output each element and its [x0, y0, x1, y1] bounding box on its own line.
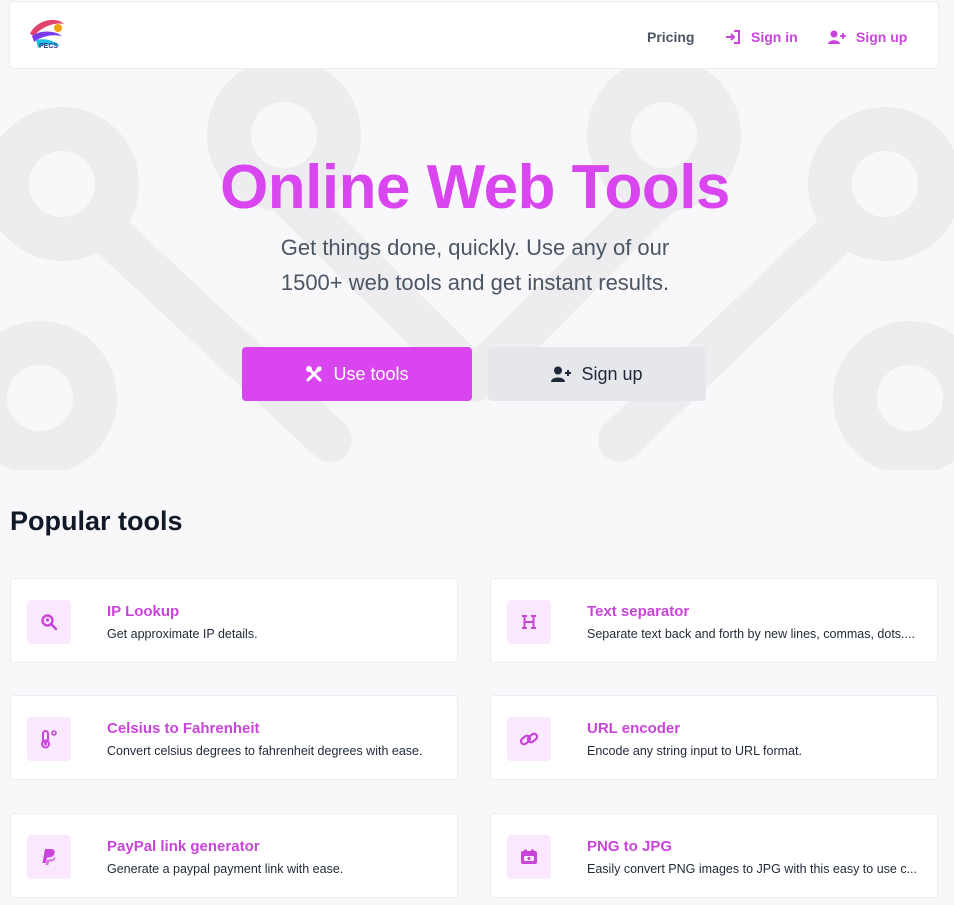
- use-tools-label: Use tools: [333, 363, 409, 384]
- tool-name: URL encoder: [587, 720, 681, 737]
- user-plus-icon: [828, 30, 846, 44]
- tools-icon: [306, 366, 322, 382]
- tool-name: Text separator: [587, 603, 690, 620]
- thermometer-icon: [27, 717, 71, 761]
- tool-description: Easily convert PNG images to JPG with th…: [587, 862, 917, 876]
- tool-description: Convert celsius degrees to fahrenheit de…: [107, 744, 423, 758]
- search-location-icon: [27, 600, 71, 644]
- sign-in-icon: [726, 30, 740, 44]
- link-icon: [507, 717, 551, 761]
- hero-subtitle: Get things done, quickly. Use any of our…: [0, 230, 950, 300]
- tool-card-paypal-link-generator[interactable]: PayPal link generator Generate a paypal …: [10, 813, 458, 898]
- tool-name: Celsius to Fahrenheit: [107, 720, 260, 737]
- popular-tools-heading: Popular tools: [10, 506, 183, 536]
- image-icon: [507, 835, 551, 879]
- tool-description: Get approximate IP details.: [107, 627, 258, 641]
- tool-card-url-encoder[interactable]: URL encoder Encode any string input to U…: [490, 695, 938, 780]
- nav-sign-in-label: Sign in: [751, 29, 798, 45]
- tool-description: Generate a paypal payment link with ease…: [107, 862, 344, 876]
- top-navbar: PECS Pricing Sign in Sign up: [9, 1, 939, 69]
- svg-text:PECS: PECS: [39, 43, 58, 50]
- tool-description: Separate text back and forth by new line…: [587, 627, 915, 641]
- use-tools-button[interactable]: Use tools: [242, 347, 472, 401]
- tool-card-text-separator[interactable]: Text separator Separate text back and fo…: [490, 578, 938, 663]
- hero-sign-up-button[interactable]: Sign up: [488, 347, 706, 401]
- heading-icon: [507, 600, 551, 644]
- nav-pricing-link[interactable]: Pricing: [647, 26, 694, 48]
- hero-subtitle-line-1: Get things done, quickly. Use any of our: [280, 235, 670, 260]
- tool-name: PayPal link generator: [107, 838, 260, 855]
- hero-sign-up-label: Sign up: [581, 363, 643, 384]
- paypal-icon: [27, 835, 71, 879]
- tool-name: PNG to JPG: [587, 838, 673, 855]
- tool-card-png-to-jpg[interactable]: PNG to JPG Easily convert PNG images to …: [490, 813, 938, 898]
- nav-sign-up-label: Sign up: [856, 29, 908, 45]
- nav-sign-up-link[interactable]: Sign up: [828, 26, 907, 48]
- tool-card-celsius-to-fahrenheit[interactable]: Celsius to Fahrenheit Convert celsius de…: [10, 695, 458, 780]
- logo[interactable]: PECS: [26, 14, 68, 56]
- nav-sign-in-link[interactable]: Sign in: [725, 26, 798, 48]
- tool-card-ip-lookup[interactable]: IP Lookup Get approximate IP details.: [10, 578, 458, 663]
- tool-description: Encode any string input to URL format.: [587, 744, 802, 758]
- hero-title: Online Web Tools: [220, 153, 730, 222]
- hero-subtitle-line-2: 1500+ web tools and get instant results.: [280, 270, 670, 295]
- tool-name: IP Lookup: [107, 603, 180, 620]
- user-plus-icon: [551, 366, 572, 382]
- nav-pricing-label: Pricing: [647, 29, 695, 45]
